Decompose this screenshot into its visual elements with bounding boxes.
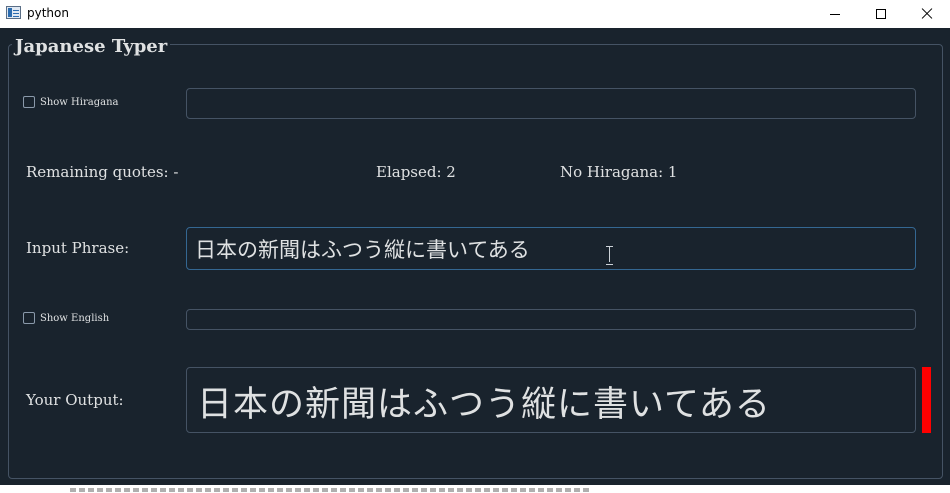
checkbox-icon[interactable] [23,96,35,108]
group-title: Japanese Typer [12,36,171,57]
checkbox-icon[interactable] [23,312,35,324]
background-window-text [70,488,590,492]
show-english-checkbox[interactable]: Show English [23,312,109,324]
elapsed-label: Elapsed: 2 [376,163,456,181]
input-phrase-label: Input Phrase: [26,239,130,257]
remaining-quotes-label: Remaining quotes: - [26,163,179,181]
close-button[interactable] [904,0,950,28]
status-indicator [922,367,931,433]
english-field[interactable] [186,309,916,330]
input-phrase-field[interactable]: 日本の新聞はふつう縦に書いてある [186,227,916,270]
show-hiragana-checkbox[interactable]: Show Hiragana [23,96,118,108]
maximize-button[interactable] [858,0,904,28]
hiragana-field[interactable] [186,88,916,119]
output-display: 日本の新聞はふつう縦に書いてある [186,367,916,433]
window-bottom-edge [0,485,950,493]
close-icon [920,7,934,21]
show-english-label: Show English [40,312,110,324]
show-hiragana-label: Show Hiragana [40,96,119,108]
no-hiragana-label: No Hiragana: 1 [560,163,678,181]
python-app-icon [6,6,21,19]
minimize-button[interactable] [812,0,858,28]
your-output-label: Your Output: [26,391,124,409]
window-titlebar: python [0,0,950,28]
text-cursor-icon [605,246,614,265]
window-title: python [27,6,69,20]
maximize-icon [876,9,886,19]
minimize-icon [830,13,840,15]
